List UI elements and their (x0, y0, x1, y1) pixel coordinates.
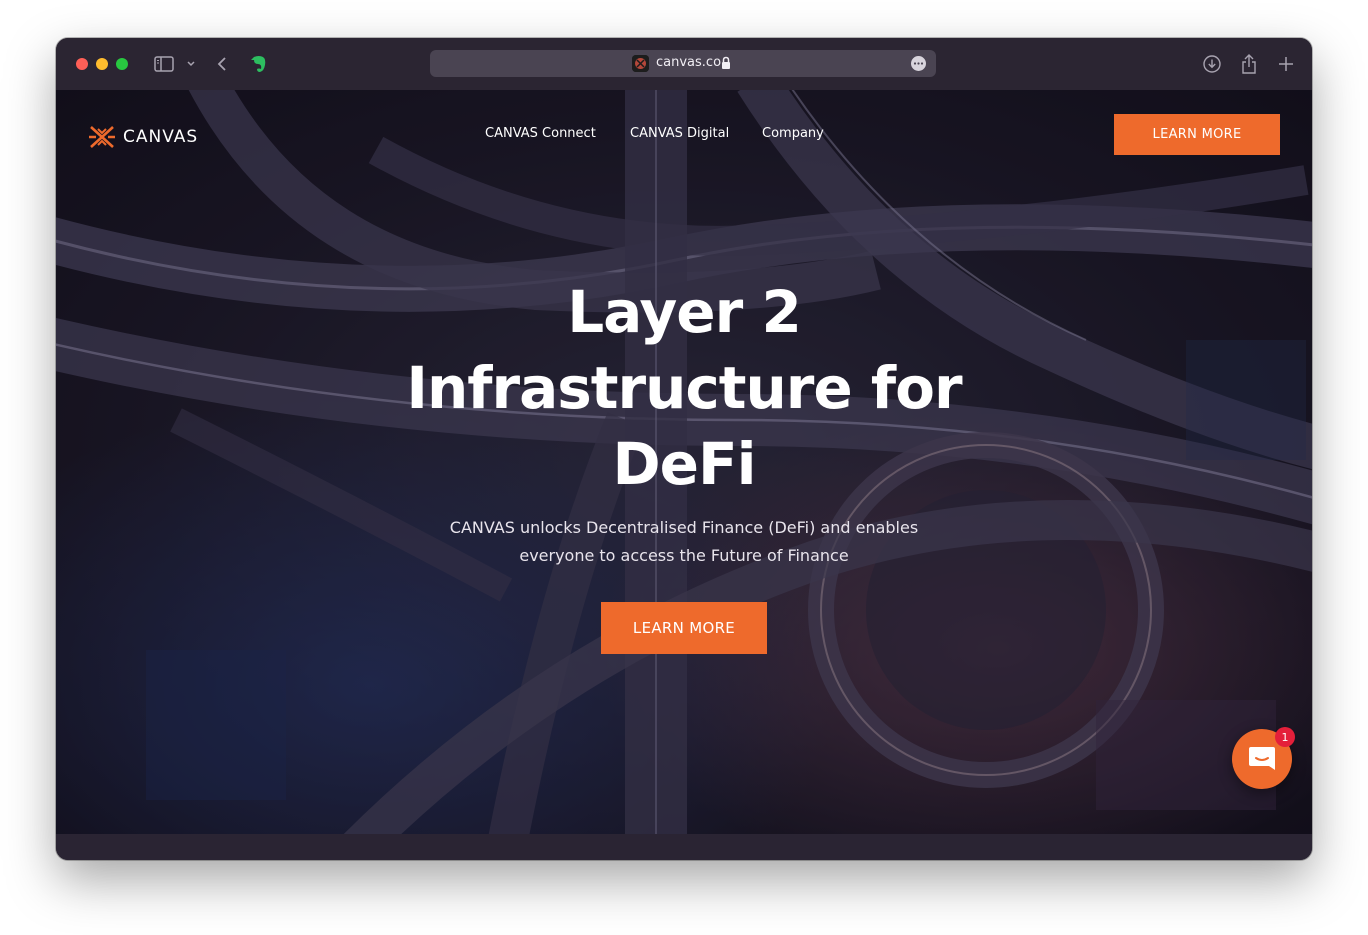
window-bottom-strip (56, 834, 1312, 860)
plus-icon[interactable] (1274, 52, 1298, 76)
chat-icon (1249, 747, 1275, 770)
hero-subtitle-line: CANVAS unlocks Decentralised Finance (De… (449, 518, 919, 537)
nav-canvas-connect[interactable]: CANVAS Connect (485, 126, 596, 141)
hero-subtitle-line: everyone to access the Future of Finance (519, 546, 849, 565)
more-icon[interactable] (911, 56, 926, 71)
chevron-down-icon[interactable] (184, 52, 198, 76)
site-favicon (632, 55, 649, 72)
hero-title-line: DeFi (612, 430, 757, 498)
nav-canvas-digital[interactable]: CANVAS Digital (630, 126, 729, 141)
close-window-button[interactable] (76, 58, 88, 70)
site-logo[interactable]: CANVAS (88, 124, 198, 150)
sidebar-icon[interactable] (152, 52, 176, 76)
download-icon[interactable] (1200, 52, 1224, 76)
zoom-window-button[interactable] (116, 58, 128, 70)
lock-icon (721, 55, 731, 74)
chat-notification-badge: 1 (1275, 727, 1295, 747)
address-bar[interactable]: canvas.co (430, 50, 936, 77)
url-text: canvas.co (656, 55, 722, 70)
canvas-logo-icon (89, 126, 115, 148)
nav-company[interactable]: Company (762, 126, 824, 141)
hero-title-line: Infrastructure for (406, 354, 962, 422)
hero-title: Layer 2 Infrastructure for DeFi (384, 274, 984, 502)
browser-window: canvas.co CANVAS CANVAS Connect CANVAS D… (56, 38, 1312, 860)
hero-section: CANVAS CANVAS Connect CANVAS Digital Com… (56, 90, 1312, 834)
evernote-icon[interactable] (248, 52, 270, 76)
header-learn-more-button[interactable]: LEARN MORE (1114, 114, 1280, 155)
hero-subtitle: CANVAS unlocks Decentralised Finance (De… (424, 514, 944, 570)
back-icon[interactable] (214, 52, 230, 76)
logo-text: CANVAS (123, 127, 199, 147)
browser-toolbar: canvas.co (56, 38, 1312, 91)
share-icon[interactable] (1237, 52, 1261, 76)
hero-learn-more-button[interactable]: LEARN MORE (601, 602, 767, 654)
hero-title-line: Layer 2 (567, 278, 802, 346)
minimize-window-button[interactable] (96, 58, 108, 70)
